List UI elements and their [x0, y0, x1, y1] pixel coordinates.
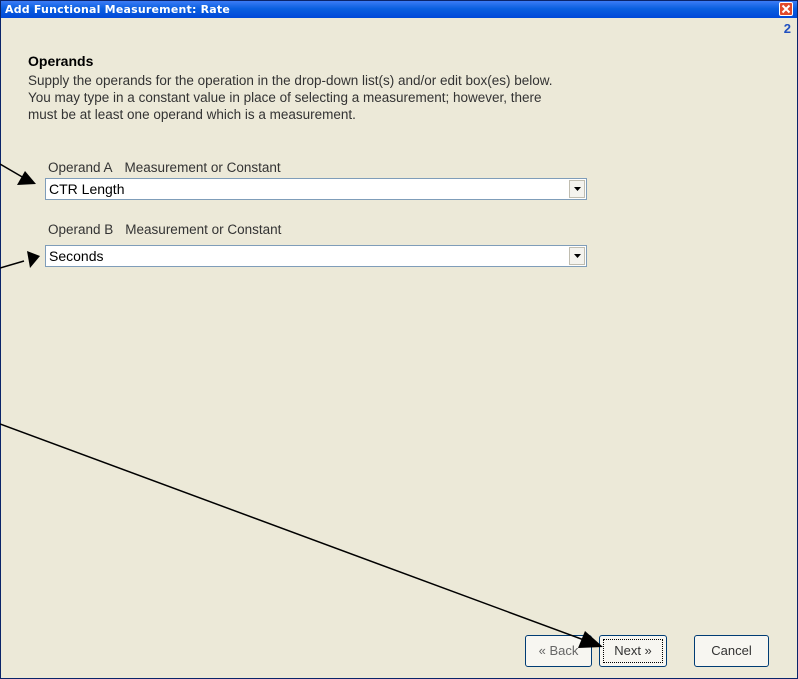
operand-b-label: Operand B Measurement or Constant [48, 222, 281, 237]
cancel-button-label: Cancel [711, 643, 752, 658]
operand-a-type-label: Measurement or Constant [124, 160, 281, 175]
back-button-label: « Back [538, 643, 579, 658]
close-icon [781, 4, 791, 14]
back-button[interactable]: « Back [525, 635, 592, 667]
chevron-down-icon [574, 187, 581, 191]
operand-a-label: Operand A Measurement or Constant [48, 160, 281, 175]
title-bar[interactable]: Add Functional Measurement: Rate [1, 1, 797, 18]
operand-b-dropdown-button[interactable] [569, 247, 585, 265]
instructions-text: Supply the operands for the operation in… [28, 72, 688, 123]
instructions-line: Supply the operands for the operation in… [28, 73, 553, 88]
operand-b-name: Operand B [48, 222, 114, 237]
dialog-window: Add Functional Measurement: Rate 2 Opera… [0, 0, 798, 679]
instructions-line: You may type in a constant value in plac… [28, 90, 542, 105]
chevron-down-icon [574, 254, 581, 258]
operand-a-value[interactable]: CTR Length [49, 181, 124, 197]
instructions-line: must be at least one operand which is a … [28, 107, 356, 122]
operand-a-dropdown[interactable]: CTR Length [45, 178, 587, 200]
operand-b-dropdown[interactable]: Seconds [45, 245, 587, 267]
operand-b-type-label: Measurement or Constant [125, 222, 282, 237]
window-title: Add Functional Measurement: Rate [5, 3, 231, 16]
next-button[interactable]: Next » [599, 635, 667, 667]
section-heading: Operands [28, 53, 94, 69]
cancel-button[interactable]: Cancel [694, 635, 769, 667]
operand-a-dropdown-button[interactable] [569, 180, 585, 198]
close-button[interactable] [779, 2, 793, 16]
step-number: 2 [783, 21, 791, 36]
operand-b-value[interactable]: Seconds [49, 248, 103, 264]
operand-a-name: Operand A [48, 160, 113, 175]
next-button-label: Next » [614, 643, 652, 658]
